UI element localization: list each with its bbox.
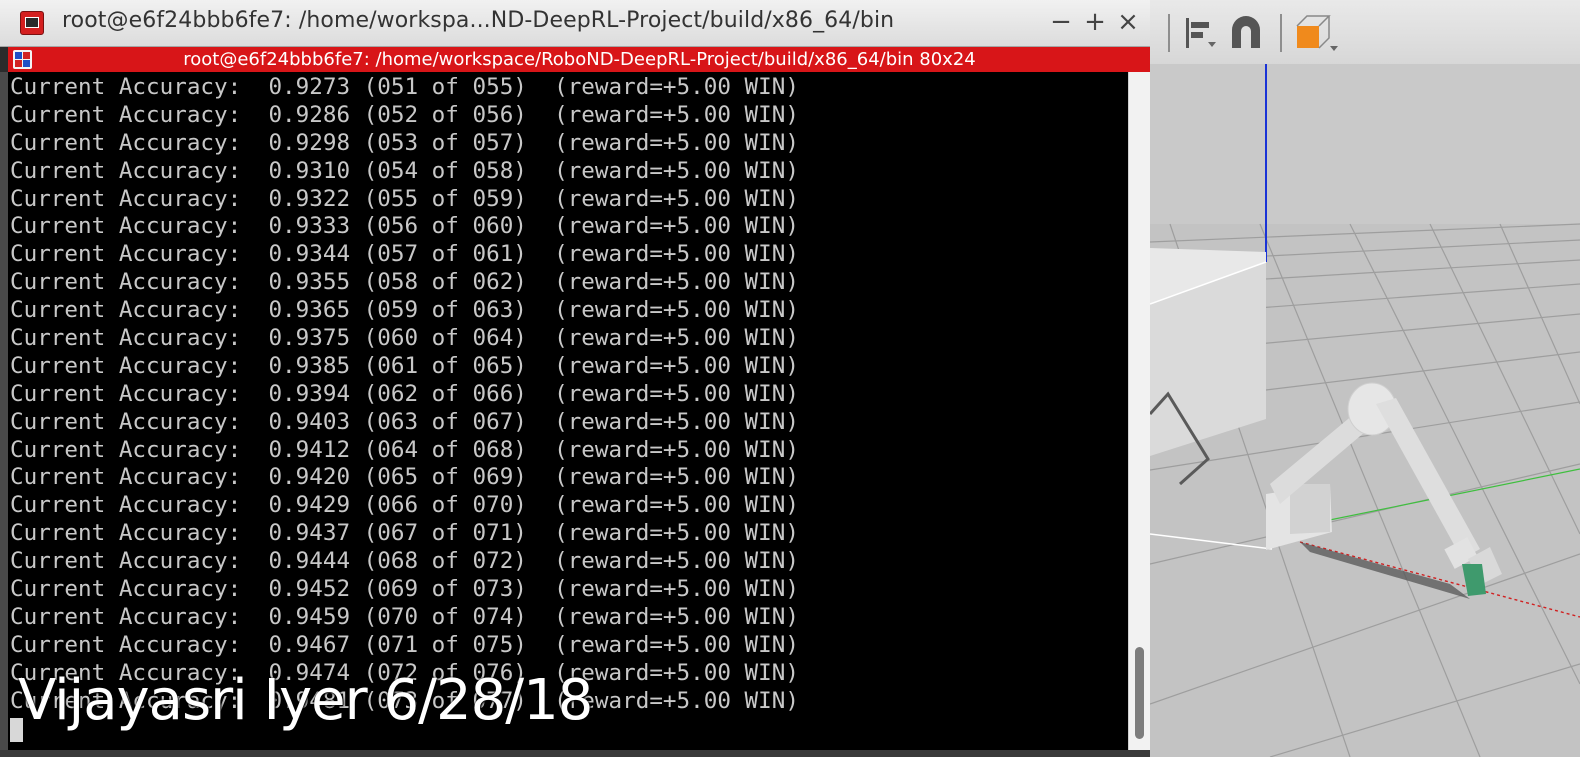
left-window-edge (0, 72, 8, 757)
scene-canvas[interactable] (1150, 64, 1580, 757)
magnet-icon[interactable] (1228, 14, 1264, 56)
terminal-line: Current Accuracy: 0.9467 (071 of 075) (r… (10, 631, 799, 658)
terminal-line: Current Accuracy: 0.9333 (056 of 060) (r… (10, 213, 799, 240)
terminal-line: Current Accuracy: 0.9444 (068 of 072) (r… (10, 548, 799, 575)
window-bottom-border (0, 750, 1152, 757)
terminal-line: Current Accuracy: 0.9412 (064 of 068) (r… (10, 436, 799, 463)
terminal-line: Current Accuracy: 0.9459 (070 of 074) (r… (10, 603, 799, 630)
terminal-line: Current Accuracy: 0.9310 (054 of 058) (r… (10, 157, 799, 184)
terminal-line: Current Accuracy: 0.9286 (052 of 056) (r… (10, 101, 799, 128)
terminal-window: root@e6f24bbb6fe7: /home/workspa...ND-De… (0, 0, 1152, 757)
terminal-scrollbar[interactable] (1128, 72, 1151, 750)
close-button[interactable]: × (1113, 5, 1143, 39)
terminal-line: Current Accuracy: 0.9298 (053 of 057) (r… (10, 129, 799, 156)
scrollbar-thumb[interactable] (1135, 647, 1144, 739)
terminal-line: Current Accuracy: 0.9273 (051 of 055) (r… (10, 74, 799, 100)
window-title: root@e6f24bbb6fe7: /home/workspa...ND-De… (62, 8, 895, 33)
terminal-tab-bar[interactable]: root@e6f24bbb6fe7: /home/workspace/RoboN… (8, 47, 1151, 72)
terminal-output[interactable]: Current Accuracy: 0.9273 (051 of 055) (r… (8, 72, 1128, 750)
scene-horizon (1150, 64, 1580, 224)
toolbar-separator (1280, 14, 1282, 52)
minimize-button[interactable]: − (1046, 5, 1076, 39)
maximize-button[interactable]: + (1080, 5, 1110, 39)
terminal-line: Current Accuracy: 0.9322 (055 of 059) (r… (10, 185, 799, 212)
terminal-lines: Current Accuracy: 0.9273 (051 of 055) (r… (10, 74, 799, 715)
title-bar[interactable]: root@e6f24bbb6fe7: /home/workspa...ND-De… (0, 0, 1152, 47)
terminal-line: Current Accuracy: 0.9437 (067 of 071) (r… (10, 520, 799, 547)
terminal-line: Current Accuracy: 0.9452 (069 of 073) (r… (10, 576, 799, 603)
viewport-toolbar (1150, 0, 1580, 65)
watermark-text: Vijayasri Iyer 6/28/18 (18, 668, 593, 733)
terminal-line: Current Accuracy: 0.9365 (059 of 063) (r… (10, 297, 799, 324)
terminal-app-icon (20, 11, 44, 35)
terminal-line: Current Accuracy: 0.9375 (060 of 064) (r… (10, 325, 799, 352)
terminal-line: Current Accuracy: 0.9385 (061 of 065) (r… (10, 352, 799, 379)
terminal-line: Current Accuracy: 0.9403 (063 of 067) (r… (10, 408, 799, 435)
align-icon[interactable] (1184, 14, 1218, 56)
simulation-viewport[interactable] (1150, 0, 1580, 757)
terminal-line: Current Accuracy: 0.9394 (062 of 066) (r… (10, 380, 799, 407)
box-view-icon[interactable] (1294, 14, 1340, 58)
toolbar-separator (1168, 14, 1170, 52)
terminal-tab-title: root@e6f24bbb6fe7: /home/workspace/RoboN… (183, 49, 976, 70)
terminal-line: Current Accuracy: 0.9355 (058 of 062) (r… (10, 269, 799, 296)
terminal-line: Current Accuracy: 0.9344 (057 of 061) (r… (10, 241, 799, 268)
terminal-line: Current Accuracy: 0.9429 (066 of 070) (r… (10, 492, 799, 519)
terminal-line: Current Accuracy: 0.9420 (065 of 069) (r… (10, 464, 799, 491)
